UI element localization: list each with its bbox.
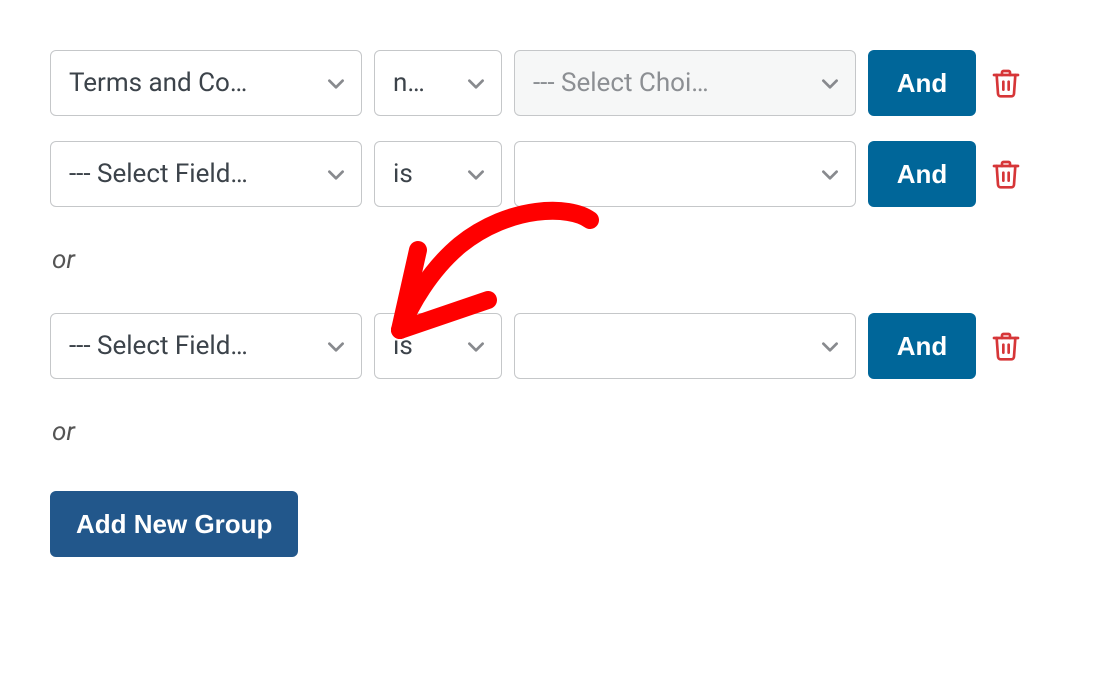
and-button[interactable]: And (868, 50, 976, 116)
field-select-label: Terms and Co… (69, 68, 313, 98)
trash-icon[interactable] (990, 67, 1022, 99)
value-select[interactable] (514, 313, 856, 379)
operator-select-label: is (393, 331, 453, 361)
rule-row: --- Select Field… is And (50, 313, 1070, 379)
operator-select[interactable]: is (374, 141, 502, 207)
rule-row: --- Select Field… is And (50, 141, 1070, 207)
chevron-down-icon (465, 163, 487, 185)
add-new-group-button[interactable]: Add New Group (50, 491, 298, 557)
chevron-down-icon (465, 335, 487, 357)
and-button[interactable]: And (868, 141, 976, 207)
chevron-down-icon (819, 163, 841, 185)
field-select-label: --- Select Field… (69, 331, 313, 361)
chevron-down-icon (819, 335, 841, 357)
value-select: --- Select Choi… (514, 50, 856, 116)
value-select-label: --- Select Choi… (533, 68, 807, 98)
trash-icon[interactable] (990, 158, 1022, 190)
field-select[interactable]: --- Select Field… (50, 313, 362, 379)
or-separator: or (52, 245, 1070, 275)
chevron-down-icon (325, 335, 347, 357)
operator-select[interactable]: is (374, 313, 502, 379)
operator-select[interactable]: n… (374, 50, 502, 116)
chevron-down-icon (325, 72, 347, 94)
and-button[interactable]: And (868, 313, 976, 379)
chevron-down-icon (325, 163, 347, 185)
field-select[interactable]: --- Select Field… (50, 141, 362, 207)
rule-row: Terms and Co… n… --- Select Choi… And (50, 50, 1070, 116)
operator-select-label: is (393, 159, 453, 189)
field-select-label: --- Select Field… (69, 159, 313, 189)
trash-icon[interactable] (990, 330, 1022, 362)
or-separator: or (52, 417, 1070, 447)
field-select[interactable]: Terms and Co… (50, 50, 362, 116)
chevron-down-icon (819, 72, 841, 94)
operator-select-label: n… (393, 68, 453, 98)
value-select[interactable] (514, 141, 856, 207)
chevron-down-icon (465, 72, 487, 94)
